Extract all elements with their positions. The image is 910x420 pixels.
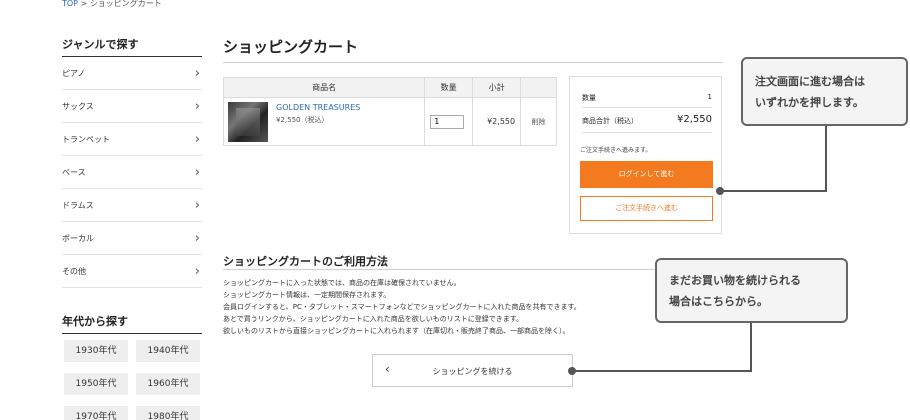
delete-link[interactable]: 削除 [520,97,557,146]
header-action [520,77,557,98]
genre-item-other[interactable]: その他 › [62,255,202,288]
summary-total-value: ¥2,550 [677,114,712,125]
howto-line: ショッピングカート情報は、一定期間保存されます。 [223,291,391,299]
product-thumbnail[interactable] [228,102,268,142]
continue-shopping-button[interactable]: ‹ ショッピングを続ける [372,354,573,387]
howto-title: ショッピングカートのご利用方法 [223,255,388,268]
chevron-right-icon: › [194,231,200,246]
genre-label: ピアノ [62,69,86,78]
genre-item-piano[interactable]: ピアノ › [62,57,202,90]
quantity-input[interactable] [430,114,465,129]
summary-total-label: 商品合計（税込） [582,117,638,125]
login-proceed-button[interactable]: ログインして進む [580,161,713,188]
subtotal-cell: ¥2,550 [472,97,522,146]
quantity-cell [424,97,474,146]
continue-shopping-label: ショッピングを続ける [432,367,513,376]
chevron-right-icon: › [194,99,200,114]
howto-line: ショッピングカートに入った状態では、商品の在庫は確保されていません。 [223,279,461,287]
chevron-right-icon: › [194,165,200,180]
callout-pointer-dot [716,187,724,195]
genre-item-sax[interactable]: サックス › [62,90,202,123]
howto-line: 欲しいものリストから直接ショッピングカートに入れられます（在庫切れ・販売終了商品… [223,327,570,335]
era-button-1930s[interactable]: 1930年代 [64,340,128,362]
table-row: GOLDEN TREASURES ¥2,550（税込） ¥2,550 削除 [222,97,557,146]
chevron-right-icon: › [194,198,200,213]
era-heading: 年代から探す [62,313,202,334]
era-button-1970s[interactable]: 1970年代 [64,406,128,420]
callout-line: いずれかを押します。 [755,95,864,109]
howto-line: あとで買うリンクから、ショッピングカートに入れた商品を欲しいものリストに登録でき… [223,315,524,323]
callout-line: 注文画面に進む場合は [755,74,865,88]
genre-heading: ジャンルで探す [62,36,202,57]
breadcrumb-separator: > [78,0,90,8]
era-button-1960s[interactable]: 1960年代 [136,373,200,395]
chevron-right-icon: › [194,66,200,81]
genre-item-drums[interactable]: ドラムス › [62,189,202,222]
howto-line: 会員ログインすると、PC・タブレット・スマートフォンなどでショッピングカートに入… [223,303,581,311]
summary-divider [582,107,712,108]
howto-body: ショッピングカートに入った状態では、商品の在庫は確保されていません。 ショッピン… [223,277,581,337]
summary-note: ご注文手続きへ進みます。 [580,147,652,154]
genre-list: ピアノ › サックス › トランペット › ベース › ドラムス › ボーカル › その他 › [62,57,202,288]
genre-item-bass[interactable]: ベース › [62,156,202,189]
header-subtotal: 小計 [472,77,522,98]
order-summary: 数量 1 商品合計（税込） ¥2,550 ご注文手続きへ進みます。 ログインして… [569,76,722,234]
genre-label: ボーカル [62,234,94,243]
breadcrumb-current: ショッピングカート [89,0,162,8]
product-cell: GOLDEN TREASURES ¥2,550（税込） [222,97,426,146]
product-price: ¥2,550（税込） [276,116,329,124]
genre-label: トランペット [62,135,110,144]
callout-line: まだお買い物を続けられる [669,273,801,287]
chevron-right-icon: › [194,132,200,147]
genre-label: ベース [62,168,86,177]
cart-header-row: 商品名 数量 小計 [222,77,557,98]
breadcrumb-top-link[interactable]: TOP [62,0,78,8]
summary-qty-value: 1 [707,93,712,101]
callout-connector [572,370,752,372]
era-button-1980s[interactable]: 1980年代 [136,406,200,420]
genre-label: その他 [62,267,86,276]
summary-qty-row: 数量 1 [582,93,712,103]
breadcrumb: TOP > ショッピングカート [62,0,162,9]
callout-pointer-dot [568,367,576,375]
callout-continue: まだお買い物を続けられる 場合はこちらから。 [655,258,848,323]
genre-item-trumpet[interactable]: トランペット › [62,123,202,156]
sidebar: ジャンルで探す ピアノ › サックス › トランペット › ベース › ドラムス › ボー… [62,36,202,288]
callout-connector [720,190,827,192]
checkout-button[interactable]: ご注文手続きへ進む [580,196,713,221]
title-divider [223,62,723,63]
page-title: ショッピングカート [223,38,359,56]
summary-total-row: 商品合計（税込） ¥2,550 [582,114,712,126]
genre-label: サックス [62,102,94,111]
callout-order: 注文画面に進む場合は いずれかを押します。 [741,57,908,126]
genre-label: ドラムス [62,201,94,210]
summary-qty-label: 数量 [582,94,596,102]
era-button-1940s[interactable]: 1940年代 [136,340,200,362]
callout-connector [750,323,752,371]
chevron-right-icon: › [194,264,200,279]
cart-table: 商品名 数量 小計 GOLDEN TREASURES ¥2,550（税込） ¥2… [222,77,557,146]
summary-divider [582,132,712,133]
genre-item-vocal[interactable]: ボーカル › [62,222,202,255]
header-product-name: 商品名 [222,77,426,98]
header-quantity: 数量 [424,77,474,98]
howto-divider [223,269,723,270]
era-button-1950s[interactable]: 1950年代 [64,373,128,395]
callout-connector [825,126,827,191]
product-name-link[interactable]: GOLDEN TREASURES [276,103,360,112]
callout-line: 場合はこちらから。 [669,294,768,308]
